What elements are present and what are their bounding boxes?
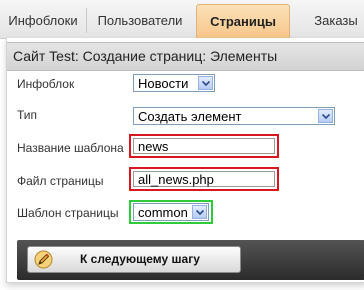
tab-orders[interactable]: Заказы	[308, 4, 364, 37]
panel-title-bar: Сайт Test: Создание страниц: Элементы	[7, 42, 364, 71]
dropdown-button[interactable]	[198, 76, 213, 90]
template-name-input[interactable]: news	[129, 134, 279, 158]
page-file-value: all_news.php	[138, 172, 214, 187]
next-step-button[interactable]: К следующему шагу	[27, 246, 241, 273]
pencil-icon	[34, 250, 53, 269]
template-name-value: news	[138, 139, 169, 154]
content-panel: Сайт Test: Создание страниц: Элементы Ин…	[6, 38, 364, 283]
input-border: all_news.php	[133, 171, 275, 187]
dropdown-button[interactable]	[192, 205, 207, 219]
type-value: Создать элемент	[138, 109, 242, 124]
page-template-label: Шаблон страницы	[17, 206, 119, 220]
infoblock-label: Инфоблок	[17, 77, 75, 91]
page-template-highlight: common	[129, 200, 213, 224]
page-title: Сайт Test: Создание страниц: Элементы	[13, 48, 278, 64]
next-step-label: К следующему шагу	[80, 252, 200, 266]
page-file-input[interactable]: all_news.php	[129, 167, 279, 191]
top-tab-bar: Инфоблоки Пользователи Страницы Заказы	[0, 0, 364, 39]
chevron-down-icon	[322, 113, 330, 120]
tab-divider	[86, 8, 87, 33]
type-select[interactable]: Создать элемент	[133, 107, 335, 125]
template-name-label: Название шаблона	[17, 141, 124, 155]
input-border: news	[133, 138, 275, 154]
infoblock-select[interactable]: Новости	[133, 74, 215, 92]
page-template-value: common	[138, 205, 188, 220]
type-label: Тип	[17, 108, 38, 122]
page-template-select[interactable]: common	[133, 203, 209, 221]
page-file-label: Файл страницы	[17, 174, 104, 188]
dropdown-button[interactable]	[318, 109, 333, 123]
tab-users[interactable]: Пользователи	[90, 4, 190, 37]
tab-pages[interactable]: Страницы	[196, 4, 290, 38]
action-bar: К следующему шагу	[17, 240, 364, 280]
chevron-down-icon	[196, 209, 204, 216]
tab-infoblocks[interactable]: Инфоблоки	[4, 4, 82, 37]
chevron-down-icon	[202, 80, 210, 87]
infoblock-value: Новости	[138, 76, 189, 91]
